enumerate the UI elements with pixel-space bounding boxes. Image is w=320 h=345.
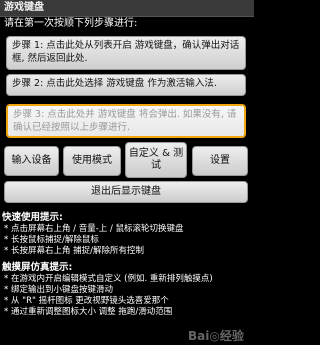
title-bar: 游戏键盘 — [0, 0, 254, 17]
intro-prompt: 请在第一次按顺下列步骤进行: — [4, 18, 138, 29]
step-2-button[interactable]: 步骤 2: 点击此处选择 游戏键盘 作为激活输入法. — [6, 74, 246, 96]
quick-tips-title: 快速使用提示: — [2, 212, 63, 223]
step-3-button[interactable]: 步骤 3: 点击此处并 游戏键盘 将会弹出. 如果没有, 请确认已经按照以上步骤… — [6, 104, 246, 138]
exit-show-keyboard-button[interactable]: 退出后显示键盘 — [4, 181, 248, 203]
touch-tip-item: * 通过重新调整图标大小 调整 拖跑/滑动范围 — [4, 307, 173, 317]
quick-tip-item: * 点击屏幕右上角 / 音量-上 / 鼠标滚轮切换键盘 — [4, 224, 184, 234]
touch-tip-item: * 在游戏内开启编辑模式自定义 (例如. 重新排列触摸点) — [4, 274, 213, 284]
quick-tip-item: * 长按屏幕右上角 捕捉/解除所有控制 — [4, 246, 145, 256]
step-1-button[interactable]: 步骤 1: 点击此处从列表开启 游戏键盘，确认弹出对话框, 然后返回此处. — [6, 36, 246, 70]
quick-tip-item: * 长按鼠标捕捉/解除鼠标 — [4, 235, 99, 245]
custom-and-test-button[interactable]: 自定义 & 测试 — [125, 142, 187, 178]
touch-tips-title: 触摸屏仿真提示: — [2, 262, 73, 273]
settings-button[interactable]: 设置 — [192, 146, 248, 176]
touch-tip-item: * 从 "R" 摇杆图标 更改视野镜头选喜爱那个 — [4, 296, 169, 306]
baidu-watermark: Bai◎经验 — [188, 329, 244, 343]
usage-mode-button[interactable]: 使用模式 — [63, 146, 121, 176]
touch-tip-item: * 绑定输出到小键盘按键滑动 — [4, 285, 113, 295]
app-title: 游戏键盘 — [4, 2, 44, 13]
input-device-button[interactable]: 输入设备 — [4, 146, 59, 176]
